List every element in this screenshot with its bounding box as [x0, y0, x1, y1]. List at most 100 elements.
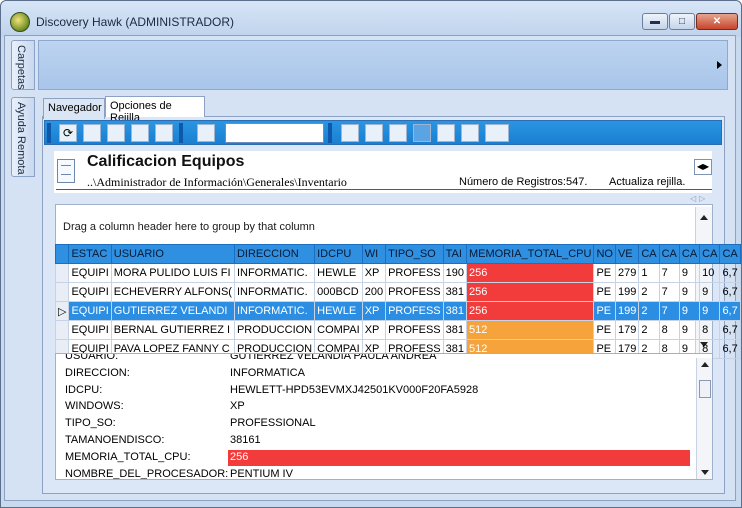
- column-header[interactable]: USUARIO: [110, 244, 235, 264]
- detail-field-value[interactable]: INFORMATICA: [230, 367, 305, 379]
- table-cell[interactable]: COMPAI: [314, 320, 363, 340]
- scroll-arrows-icon[interactable]: ◁▷: [690, 194, 708, 203]
- table-cell[interactable]: 8: [658, 320, 680, 340]
- tab-navegador[interactable]: Navegador: [43, 98, 105, 119]
- table-cell[interactable]: 179: [614, 320, 640, 340]
- footer-layout-icon[interactable]: [389, 124, 407, 142]
- table-cell[interactable]: 9: [678, 320, 701, 340]
- table-cell[interactable]: HEWLE: [314, 301, 363, 321]
- table-cell[interactable]: 9: [699, 301, 721, 321]
- tree-view-icon[interactable]: [461, 124, 479, 142]
- scroll-up-icon[interactable]: [700, 215, 708, 220]
- table-cell[interactable]: PROFESS: [385, 320, 444, 340]
- table-cell[interactable]: 6,7: [719, 320, 741, 340]
- table-cell[interactable]: 381: [442, 282, 468, 302]
- table-cell[interactable]: 381: [442, 320, 468, 340]
- table-cell[interactable]: EQUIPI: [68, 320, 112, 340]
- table-cell[interactable]: INFORMATIC.: [233, 301, 316, 321]
- row-pointer-icon[interactable]: ▷: [54, 301, 70, 321]
- table-cell[interactable]: XP: [361, 301, 387, 321]
- copy-icon[interactable]: [131, 124, 149, 142]
- detail-field-value[interactable]: XP: [230, 400, 245, 412]
- table-cell[interactable]: 9: [699, 282, 721, 302]
- table-cell[interactable]: 1: [638, 263, 660, 283]
- column-header[interactable]: CA: [638, 244, 660, 264]
- column-header[interactable]: CA: [678, 244, 701, 264]
- search-input[interactable]: [225, 123, 324, 143]
- table-cell[interactable]: 256: [465, 263, 595, 283]
- table-row[interactable]: EQUIPI MORA PULIDO LUIS FI INFORMATIC. HEWL…: [54, 263, 741, 283]
- table-cell[interactable]: 6,7: [719, 339, 741, 359]
- table-cell[interactable]: 256: [465, 301, 595, 321]
- table-cell[interactable]: 6,7: [719, 263, 741, 283]
- column-chooser-icon[interactable]: [485, 124, 509, 142]
- detail-field-value[interactable]: HEWLETT-HPD53EVMXJ42501KV000F20FA5928: [230, 384, 478, 396]
- column-header[interactable]: WI: [361, 244, 387, 264]
- table-cell[interactable]: PE: [593, 282, 616, 302]
- row-indicator[interactable]: [54, 320, 70, 340]
- table-cell[interactable]: PRODUCCION: [233, 320, 316, 340]
- row-indicator[interactable]: [54, 263, 70, 283]
- find-icon[interactable]: [197, 124, 215, 142]
- table-cell[interactable]: EQUIPI: [68, 282, 112, 302]
- grid-lines-icon[interactable]: [413, 124, 431, 142]
- detail-field-value[interactable]: 256: [228, 449, 690, 466]
- detail-field-value[interactable]: 38161: [230, 434, 261, 446]
- table-cell[interactable]: 7: [658, 301, 680, 321]
- detail-scrollbar[interactable]: [696, 358, 712, 479]
- table-cell[interactable]: 200: [361, 282, 387, 302]
- refresh-grid-link[interactable]: Actualiza rejilla.: [609, 176, 685, 188]
- band-view-icon[interactable]: [437, 124, 455, 142]
- navigate-arrows-icon[interactable]: ◀▶: [694, 159, 712, 175]
- column-header[interactable]: CA: [658, 244, 680, 264]
- table-cell[interactable]: PROFESS: [385, 282, 444, 302]
- table-cell[interactable]: 2: [638, 320, 660, 340]
- table-cell[interactable]: 256: [465, 282, 595, 302]
- table-cell[interactable]: 190: [442, 263, 468, 283]
- table-cell[interactable]: 10: [699, 263, 721, 283]
- table-cell[interactable]: GUTIERREZ VELANDI: [110, 301, 235, 321]
- table-cell[interactable]: 9: [678, 301, 701, 321]
- column-header[interactable]: DIRECCION: [233, 244, 316, 264]
- export-icon[interactable]: [107, 124, 125, 142]
- table-cell[interactable]: 7: [658, 282, 680, 302]
- detail-field-value[interactable]: PENTIUM IV: [230, 468, 293, 479]
- table-row[interactable]: EQUIPI ECHEVERRY ALFONS(INFORMATIC. 000BCD…: [54, 282, 741, 302]
- table-cell[interactable]: 2: [638, 282, 660, 302]
- scroll-down-icon[interactable]: [701, 470, 709, 475]
- table-cell[interactable]: 279: [614, 263, 640, 283]
- table-cell[interactable]: EQUIPI: [68, 263, 112, 283]
- table-cell[interactable]: 9: [678, 282, 701, 302]
- form-view-icon[interactable]: [365, 124, 383, 142]
- column-header[interactable]: NO: [593, 244, 616, 264]
- table-cell[interactable]: 199: [614, 282, 640, 302]
- column-header[interactable]: TIPO_SO: [385, 244, 444, 264]
- table-cell[interactable]: MORA PULIDO LUIS FI: [110, 263, 235, 283]
- table-cell[interactable]: 2: [638, 301, 660, 321]
- table-cell[interactable]: HEWLE: [314, 263, 363, 283]
- table-cell[interactable]: INFORMATIC.: [233, 282, 316, 302]
- table-cell[interactable]: 512: [465, 320, 595, 340]
- table-row[interactable]: EQUIPI BERNAL GUTIERREZ I PRODUCCION COMPAI…: [54, 320, 741, 340]
- minimize-button[interactable]: ▬: [642, 13, 668, 30]
- table-cell[interactable]: INFORMATIC.: [233, 263, 316, 283]
- close-button[interactable]: ✕: [696, 13, 738, 30]
- table-cell[interactable]: EQUIPI: [68, 301, 112, 321]
- save-icon[interactable]: [83, 124, 101, 142]
- tab-ayuda-remota[interactable]: Ayuda Remota: [11, 97, 35, 177]
- tab-opciones-rejilla[interactable]: Opciones de Rejilla: [105, 96, 205, 124]
- refresh-icon[interactable]: ⟳: [59, 124, 77, 142]
- table-cell[interactable]: PE: [593, 263, 616, 283]
- add-record-icon[interactable]: [155, 124, 173, 142]
- table-cell[interactable]: 6,7: [719, 282, 741, 302]
- scroll-thumb[interactable]: [699, 380, 711, 398]
- table-cell[interactable]: XP: [361, 263, 387, 283]
- table-cell[interactable]: PROFESS: [385, 263, 444, 283]
- table-cell[interactable]: XP: [361, 320, 387, 340]
- table-cell[interactable]: 381: [442, 301, 468, 321]
- column-header[interactable]: TAI: [442, 244, 468, 264]
- column-header[interactable]: ESTAC: [68, 244, 112, 264]
- column-header[interactable]: MEMORIA_TOTAL_CPU: [465, 244, 595, 264]
- column-header[interactable]: VE: [614, 244, 640, 264]
- table-cell[interactable]: 7: [658, 263, 680, 283]
